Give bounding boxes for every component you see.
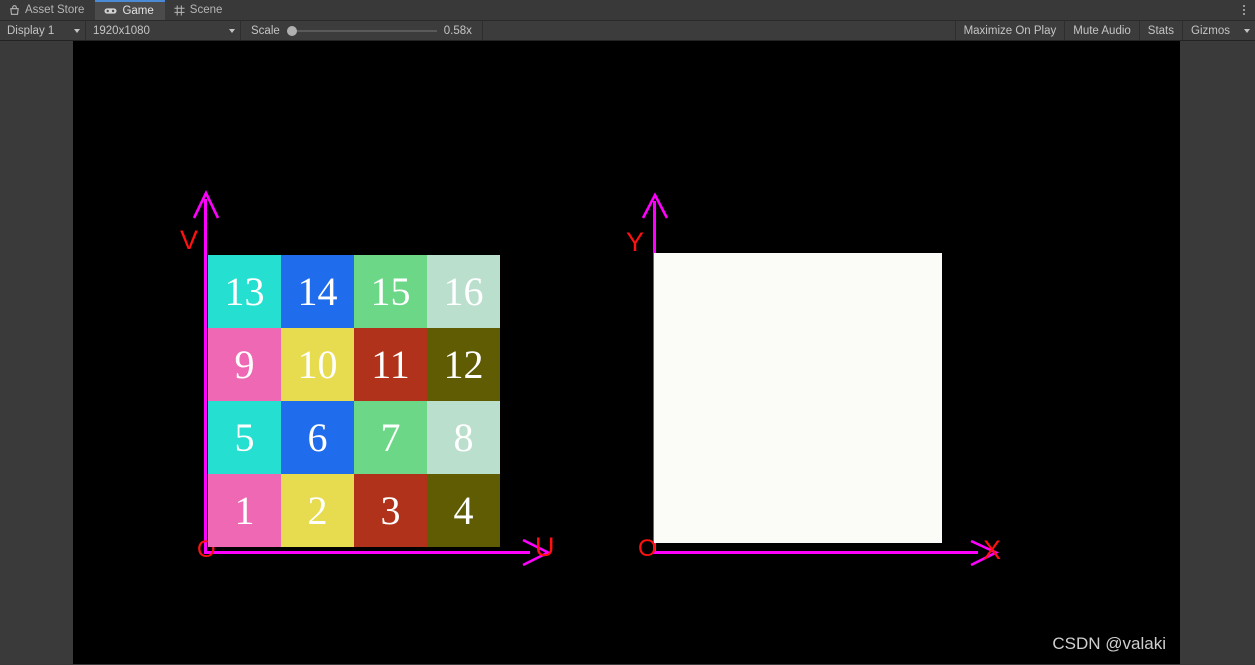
uv-tile-label: 12 xyxy=(443,341,484,387)
uv-tile-label: 9 xyxy=(234,341,255,387)
gizmos-label: Gizmos xyxy=(1191,24,1230,37)
stats-button[interactable]: Stats xyxy=(1138,21,1182,40)
kebab-dot xyxy=(1243,13,1245,15)
tab-asset-store-label: Asset Store xyxy=(25,4,85,16)
gizmos-dropdown-button[interactable] xyxy=(1238,21,1255,40)
gizmos-button[interactable]: Gizmos xyxy=(1182,21,1238,40)
uv-tile-label: 16 xyxy=(443,268,484,314)
x-axis-line xyxy=(653,551,978,554)
v-axis-line xyxy=(204,199,207,553)
tab-scene-label: Scene xyxy=(189,4,223,16)
resolution-dropdown[interactable]: 1920x1080 xyxy=(86,21,241,40)
uv-tile-label: 5 xyxy=(234,414,255,460)
display-dropdown-label: Display 1 xyxy=(7,24,55,37)
uv-tile: 8 xyxy=(427,401,500,474)
tab-bar-spacer xyxy=(233,0,1233,20)
uv-tile: 1 xyxy=(208,474,281,547)
tab-game-label: Game xyxy=(122,5,154,17)
y-axis-label: Y xyxy=(626,227,645,257)
uv-tile-label: 8 xyxy=(453,414,474,460)
uv-tile: 12 xyxy=(427,328,500,401)
tab-scene[interactable]: Scene xyxy=(164,0,234,20)
uv-tile: 5 xyxy=(208,401,281,474)
uv-tile-label: 2 xyxy=(307,487,328,533)
tab-game[interactable]: Game xyxy=(95,0,165,20)
kebab-dot xyxy=(1243,9,1245,11)
tab-asset-store[interactable]: Asset Store xyxy=(0,0,96,20)
uv-tile-label: 15 xyxy=(370,268,411,314)
uv-tile: 2 xyxy=(281,474,354,547)
scale-label: Scale xyxy=(251,24,280,37)
v-axis-label: V xyxy=(180,225,199,255)
uv-tile: 15 xyxy=(354,255,427,328)
viewport-left-gutter xyxy=(0,41,73,664)
game-viewport[interactable]: V U O 13 14 15 16 9 10 11 12 5 6 7 8 1 2… xyxy=(0,41,1255,664)
uv-tile-label: 11 xyxy=(371,341,410,387)
uv-tile: 7 xyxy=(354,401,427,474)
v-axis-arrowhead xyxy=(190,189,222,220)
uv-tile-label: 3 xyxy=(380,487,401,533)
uv-tile-label: 14 xyxy=(297,268,338,314)
uv-tile-label: 1 xyxy=(234,487,255,533)
uv-tile: 13 xyxy=(208,255,281,328)
uv-tile-label: 4 xyxy=(453,487,474,533)
uv-tile: 14 xyxy=(281,255,354,328)
uv-tile: 10 xyxy=(281,328,354,401)
u-axis-label: U xyxy=(535,532,555,562)
uv-tile: 16 xyxy=(427,255,500,328)
scale-control: Scale 0.58x xyxy=(241,21,483,40)
uv-tile-label: 7 xyxy=(380,414,401,460)
uv-tile-label: 13 xyxy=(224,268,265,314)
white-quad xyxy=(654,253,942,543)
uv-tile: 4 xyxy=(427,474,500,547)
uv-tile: 3 xyxy=(354,474,427,547)
uv-tile: 6 xyxy=(281,401,354,474)
store-icon xyxy=(9,4,20,16)
maximize-on-play-label: Maximize On Play xyxy=(963,24,1057,37)
uv-tile: 9 xyxy=(208,328,281,401)
mute-audio-button[interactable]: Mute Audio xyxy=(1064,21,1139,40)
uv-tile: 11 xyxy=(354,328,427,401)
editor-tab-bar: Asset Store Game Scene xyxy=(0,0,1255,20)
kebab-dot xyxy=(1243,5,1245,7)
maximize-on-play-button[interactable]: Maximize On Play xyxy=(954,21,1065,40)
scale-slider-knob[interactable] xyxy=(286,25,297,36)
chevron-down-icon xyxy=(74,28,80,33)
uv-tile-label: 10 xyxy=(297,341,338,387)
tab-options-kebab-icon[interactable] xyxy=(1233,0,1255,20)
u-axis-line xyxy=(204,551,530,554)
display-dropdown[interactable]: Display 1 xyxy=(0,21,86,40)
gamepad-icon xyxy=(104,6,117,16)
scale-slider[interactable] xyxy=(286,25,437,36)
uv-tile-label: 6 xyxy=(307,414,328,460)
toolbar-spacer xyxy=(482,21,955,40)
mute-audio-label: Mute Audio xyxy=(1073,24,1131,37)
resolution-dropdown-label: 1920x1080 xyxy=(93,24,150,37)
grid-icon xyxy=(174,4,185,16)
chevron-down-icon xyxy=(229,28,235,33)
render-stage: V U O 13 14 15 16 9 10 11 12 5 6 7 8 1 2… xyxy=(73,41,1180,664)
uv-tile-grid: 13 14 15 16 9 10 11 12 5 6 7 8 1 2 3 4 xyxy=(208,255,500,547)
game-view-toolbar: Display 1 1920x1080 Scale 0.58x Maximize… xyxy=(0,20,1255,41)
chevron-down-icon xyxy=(1243,28,1250,33)
viewport-right-gutter xyxy=(1180,41,1255,664)
watermark: CSDN @valaki xyxy=(1052,634,1166,653)
stats-label: Stats xyxy=(1147,24,1175,37)
x-axis-label: X xyxy=(983,535,1002,565)
scale-value: 0.58x xyxy=(443,24,472,37)
y-axis-arrowhead xyxy=(640,192,670,220)
